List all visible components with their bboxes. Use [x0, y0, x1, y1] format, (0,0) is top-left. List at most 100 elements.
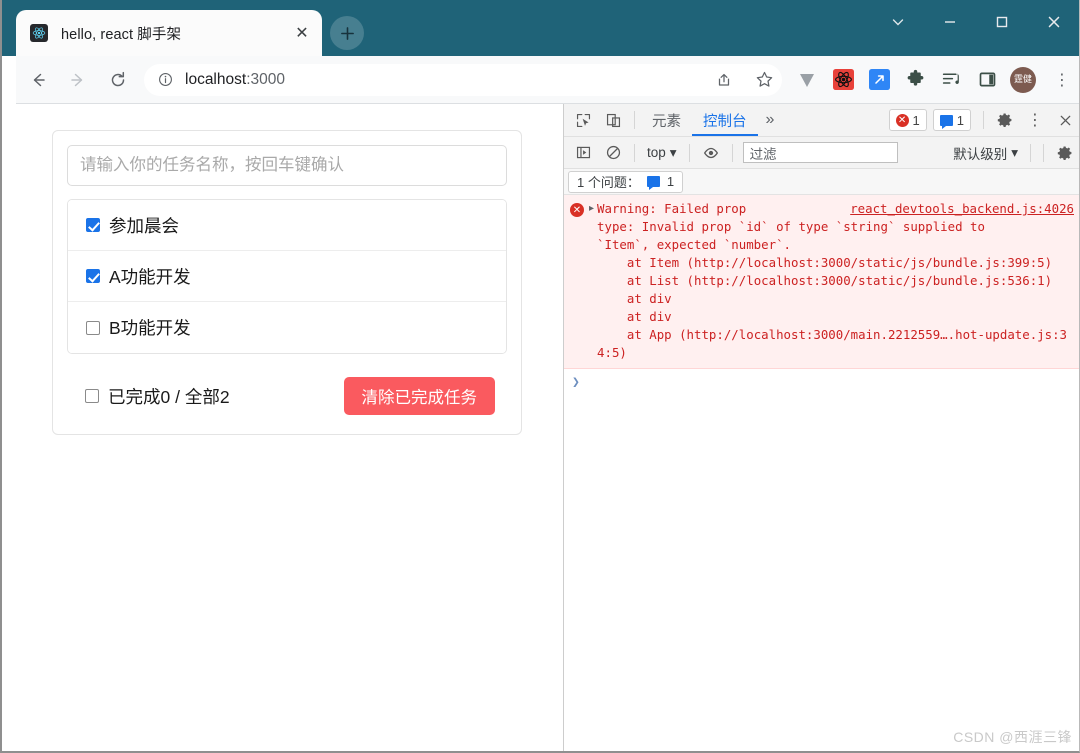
todo-card: 参加晨会 A功能开发 B功能开发 已完成0 / 全部2 清除已完成任务	[52, 130, 522, 435]
more-tabs-icon[interactable]: »	[758, 111, 783, 129]
minimize-icon[interactable]	[924, 0, 976, 44]
vimium-v-icon[interactable]	[790, 63, 824, 97]
profile-avatar[interactable]: 霆健	[1010, 66, 1036, 93]
divider	[1043, 143, 1044, 162]
prompt-chevron-icon: ❯	[572, 375, 580, 390]
issues-bar: 1 个问题： 1	[564, 169, 1080, 195]
divider	[634, 111, 635, 129]
issues-chip[interactable]: 1 个问题： 1	[568, 170, 684, 193]
console-source-link[interactable]: react_devtools_backend.js:4026	[850, 200, 1074, 218]
error-count-badge[interactable]: ✕ 1	[888, 109, 927, 131]
error-icon: ✕	[570, 203, 584, 217]
page-viewport: 参加晨会 A功能开发 B功能开发 已完成0 / 全部2 清除已完成任务	[16, 104, 563, 753]
inspect-element-icon[interactable]	[568, 106, 598, 134]
bookmark-star-icon[interactable]	[746, 62, 782, 98]
todo-list: 参加晨会 A功能开发 B功能开发	[67, 199, 507, 354]
todo-item-label: A功能开发	[109, 266, 191, 287]
back-button[interactable]	[20, 62, 56, 98]
todo-item-checkbox[interactable]	[86, 269, 100, 283]
chevron-down-icon: ▾	[669, 144, 677, 160]
message-count-badge[interactable]: 1	[932, 109, 971, 131]
console-line: Warning: Failed prop	[597, 201, 747, 216]
console-error-message[interactable]: ✕ ▸ react_devtools_backend.js:4026 Warnin…	[564, 195, 1080, 369]
close-icon[interactable]	[1028, 0, 1080, 44]
clear-console-icon[interactable]	[598, 139, 628, 167]
console-input-prompt[interactable]: ❯	[564, 369, 1080, 396]
console-settings-gear-icon[interactable]	[1050, 139, 1080, 167]
todo-item[interactable]: A功能开发	[68, 251, 506, 302]
address-bar[interactable]: localhost:3000	[144, 62, 782, 98]
browser-window: hello, react 脚手架 ✕ localhost:3000 霆健 ⋮ 请…	[0, 0, 1080, 753]
maximize-icon[interactable]	[976, 0, 1028, 44]
todo-app: 参加晨会 A功能开发 B功能开发 已完成0 / 全部2 清除已完成任务	[16, 104, 563, 435]
tab-console[interactable]: 控制台	[692, 104, 758, 136]
divider	[1030, 143, 1031, 162]
console-line: at div	[597, 291, 672, 306]
console-line: at App (http://localhost:3000/main.22125…	[597, 327, 1068, 360]
console-error-text: react_devtools_backend.js:4026 Warning: F…	[597, 200, 1074, 362]
chevron-down-icon[interactable]	[872, 0, 924, 44]
live-expression-eye-icon[interactable]	[696, 139, 726, 167]
tab-elements[interactable]: 元素	[641, 104, 692, 136]
devtools-close-icon[interactable]	[1050, 106, 1080, 134]
execution-context-select[interactable]: top ▾	[641, 145, 683, 161]
screenshot-expand-icon[interactable]	[862, 63, 896, 97]
devtools-kebab-menu-icon[interactable]: ⋮	[1020, 106, 1050, 134]
console-sidebar-toggle-icon[interactable]	[568, 139, 598, 167]
issues-count: 1	[666, 174, 675, 189]
expand-arrow-icon[interactable]: ▸	[589, 203, 594, 362]
new-tab-button[interactable]	[330, 16, 364, 50]
watermark: CSDN @西涯三锋	[953, 729, 1072, 745]
browser-menu-icon[interactable]: ⋮	[1044, 62, 1080, 98]
console-message-list: ✕ ▸ react_devtools_backend.js:4026 Warnin…	[564, 195, 1080, 753]
todo-item[interactable]: B功能开发	[68, 302, 506, 353]
log-level-select[interactable]: 默认级别 ▾	[947, 143, 1024, 163]
puzzle-extensions-icon[interactable]	[898, 63, 932, 97]
devtools-panel: 元素 控制台 » ✕ 1 1 ⋮ top ▾ 过滤 默认级别 ▾ 1 个问题： …	[563, 104, 1080, 753]
console-toolbar-right: 默认级别 ▾	[947, 139, 1080, 167]
console-line: `Item`, expected `number`.	[597, 237, 791, 252]
todo-item-checkbox[interactable]	[86, 320, 100, 335]
devtools-status-badges: ✕ 1 1 ⋮	[888, 106, 1080, 134]
side-panel-icon[interactable]	[970, 63, 1004, 97]
todo-footer: 已完成0 / 全部2 清除已完成任务	[67, 376, 507, 416]
site-info-icon[interactable]	[156, 71, 174, 89]
todo-item-label: B功能开发	[109, 318, 191, 338]
url-host: localhost	[185, 70, 247, 88]
issues-label: 1 个问题：	[577, 175, 640, 190]
clear-completed-button[interactable]: 清除已完成任务	[343, 377, 495, 415]
execution-context-value: top	[647, 145, 666, 160]
console-filter-input[interactable]: 过滤	[742, 142, 898, 163]
device-toolbar-icon[interactable]	[598, 106, 628, 134]
react-logo-icon	[30, 24, 48, 42]
todo-count-label: 已完成0 / 全部2	[108, 386, 230, 407]
select-all-checkbox[interactable]	[85, 389, 99, 403]
devtools-tabbar: 元素 控制台 » ✕ 1 1 ⋮	[564, 104, 1080, 137]
divider	[634, 143, 635, 162]
console-toolbar: top ▾ 过滤 默认级别 ▾	[564, 137, 1080, 169]
console-line: at Item (http://localhost:3000/static/js…	[597, 255, 1053, 270]
devtools-settings-gear-icon[interactable]	[990, 106, 1020, 134]
message-icon	[939, 114, 953, 129]
browser-tab[interactable]: hello, react 脚手架 ✕	[16, 10, 322, 56]
console-line: type: Invalid prop `id` of type `string`…	[597, 219, 985, 234]
browser-toolbar: localhost:3000 霆健 ⋮	[16, 56, 1080, 104]
tab-close-icon[interactable]: ✕	[290, 21, 314, 45]
todo-item-checkbox[interactable]	[86, 218, 100, 232]
react-devtools-extension-icon[interactable]	[826, 63, 860, 97]
playlist-music-icon[interactable]	[934, 63, 968, 97]
forward-button[interactable]	[60, 62, 96, 98]
reload-button[interactable]	[100, 62, 136, 98]
share-icon[interactable]	[706, 62, 742, 98]
error-icon: ✕	[895, 113, 909, 127]
divider	[688, 143, 690, 162]
chevron-down-icon: ▾	[1011, 144, 1018, 160]
log-level-value: 默认级别	[953, 146, 1008, 162]
console-line: at div	[597, 309, 672, 324]
url-port: :3000	[246, 70, 285, 88]
console-line: at List (http://localhost:3000/static/js…	[597, 273, 1053, 288]
address-bar-text: localhost:3000	[185, 71, 285, 89]
divider	[731, 143, 733, 162]
todo-item[interactable]: 参加晨会	[68, 200, 506, 251]
todo-input[interactable]	[67, 145, 507, 186]
